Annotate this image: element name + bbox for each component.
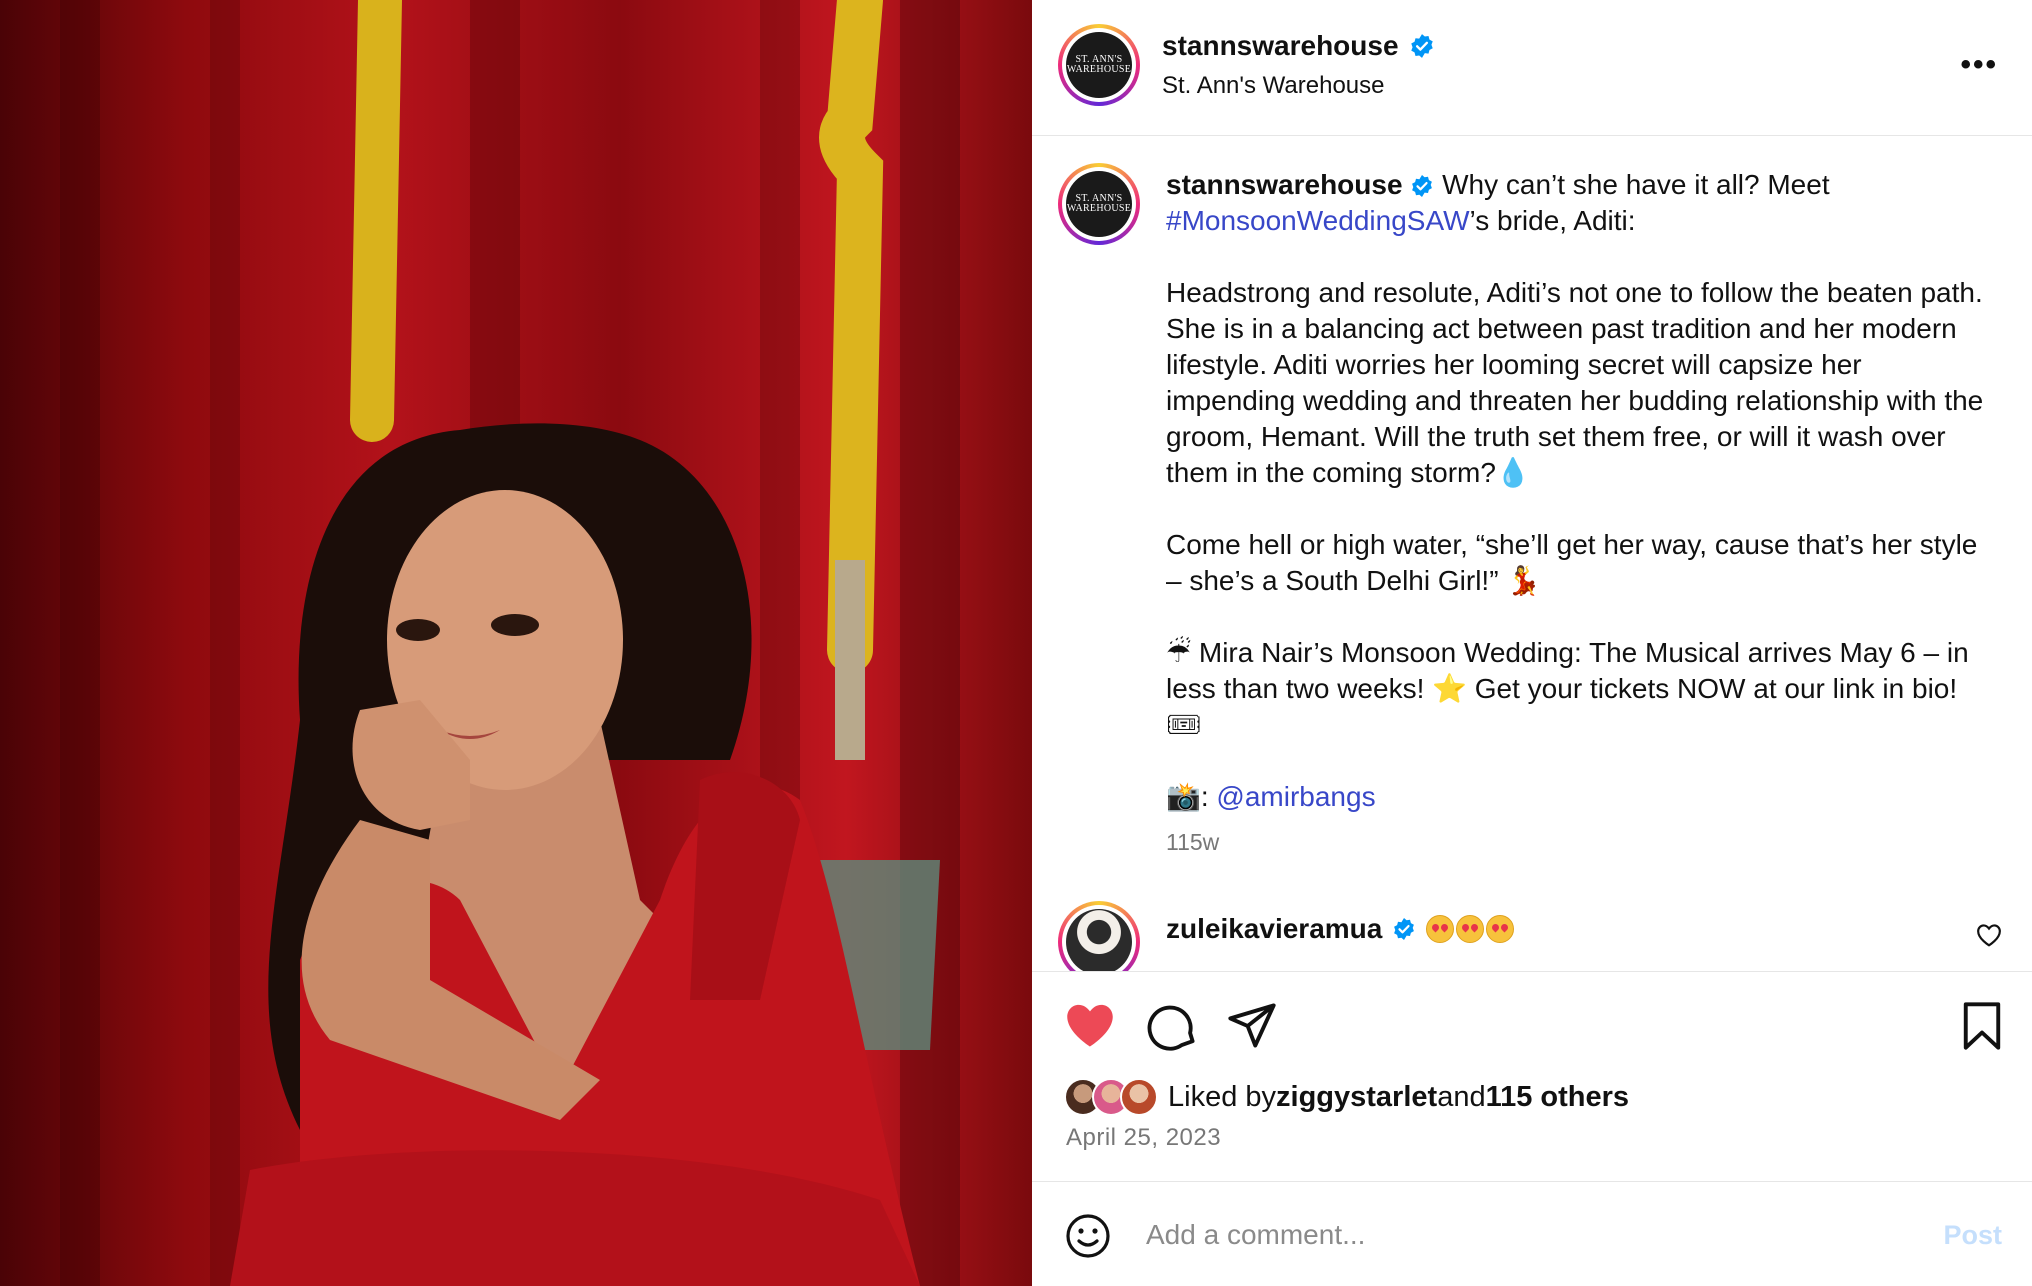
likes-count-link[interactable]: 115 others	[1486, 1081, 1629, 1114]
emoji-picker-icon[interactable]	[1064, 1212, 1112, 1260]
comment-row: zuleikavieramua	[1166, 913, 1515, 945]
heart-eyes-emoji-icon	[1426, 915, 1455, 943]
account-logo: ST. ANN'S WAREHOUSE	[1066, 32, 1132, 98]
heart-eyes-emoji-icon	[1456, 915, 1485, 943]
caption-avatar[interactable]: ST. ANN'S WAREHOUSE	[1058, 163, 1140, 245]
comment-icon[interactable]	[1146, 1000, 1198, 1052]
post-age[interactable]: 115w	[1166, 829, 1219, 856]
verified-badge-icon	[1410, 34, 1433, 58]
caption-paragraph: Headstrong and resolute, Aditi’s not one…	[1166, 277, 1984, 488]
account-avatar[interactable]: ST. ANN'S WAREHOUSE	[1058, 24, 1140, 106]
photographer-mention-link[interactable]: @amirbangs	[1216, 781, 1375, 812]
like-heart-icon[interactable]	[1064, 1000, 1116, 1052]
comment-composer: Post	[1032, 1181, 2032, 1286]
liker-avatar	[1120, 1078, 1158, 1116]
post-header: ST. ANN'S WAREHOUSE stannswarehouse St. …	[1032, 0, 2032, 136]
commenter-photo	[1066, 909, 1132, 971]
verified-badge-icon	[1394, 918, 1415, 940]
likes-summary[interactable]: Liked by ziggystarlet and 115 others	[1064, 1078, 1629, 1116]
camera-emoji: 📸:	[1166, 781, 1217, 812]
more-options-icon[interactable]: •••	[1960, 48, 1998, 82]
comment-like-heart-icon[interactable]	[1976, 923, 2002, 947]
save-bookmark-icon[interactable]	[1956, 1000, 2008, 1052]
post-photo[interactable]	[0, 0, 1032, 1286]
caption-intro-tail: ’s bride, Aditi:	[1469, 205, 1636, 236]
caption-intro: Why can’t she have it all? Meet	[1442, 169, 1830, 200]
hashtag-link[interactable]: #MonsoonWeddingSAW	[1166, 205, 1470, 236]
caption-paragraph: ☔ Mira Nair’s Monsoon Wedding: The Music…	[1166, 637, 1969, 740]
photo-illustration	[60, 0, 960, 1286]
post-caption: stannswarehouse Why can’t she have it al…	[1166, 167, 1996, 851]
header-location[interactable]: St. Ann's Warehouse	[1162, 72, 1384, 100]
commenter-avatar[interactable]	[1058, 901, 1140, 971]
comment-input[interactable]	[1146, 1212, 1906, 1258]
liker-avatars	[1064, 1078, 1158, 1116]
comment-emojis	[1426, 915, 1515, 943]
caption-paragraph: Come hell or high water, “she’ll get her…	[1166, 529, 1978, 596]
caption-username[interactable]: stannswarehouse	[1166, 169, 1403, 200]
verified-badge-icon	[1412, 175, 1433, 197]
post-actions: Liked by ziggystarlet and 115 others Apr…	[1032, 971, 2032, 1181]
post-date[interactable]: April 25, 2023	[1066, 1124, 1221, 1152]
commenter-username[interactable]: zuleikavieramua	[1166, 913, 1382, 945]
share-send-icon[interactable]	[1226, 1000, 1278, 1052]
account-logo: ST. ANN'S WAREHOUSE	[1066, 171, 1132, 237]
header-username[interactable]: stannswarehouse	[1162, 30, 1435, 62]
post-comment-button[interactable]: Post	[1943, 1220, 2002, 1251]
heart-eyes-emoji-icon	[1486, 915, 1515, 943]
post-panel: ST. ANN'S WAREHOUSE stannswarehouse St. …	[1032, 0, 2032, 1286]
comments-scroll-area[interactable]: ST. ANN'S WAREHOUSE stannswarehouse Why …	[1032, 137, 2032, 971]
liked-by-user-link[interactable]: ziggystarlet	[1276, 1081, 1437, 1114]
